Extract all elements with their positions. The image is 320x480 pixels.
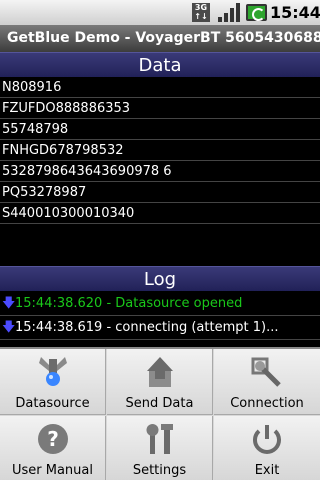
signal-icon bbox=[218, 3, 240, 22]
data-list: N808916 FZUFDO888886353 55748798 FNHGD67… bbox=[0, 77, 320, 224]
data-list-item[interactable]: 5328798643643690978 6 bbox=[0, 161, 320, 182]
log-entry: 🡇15:44:38.620 - Datasource opened bbox=[0, 292, 320, 316]
data-list-item[interactable]: FZUFDO888886353 bbox=[0, 98, 320, 119]
menu-item-connection[interactable]: Connection bbox=[214, 349, 320, 415]
log-entry: 🡇15:44:38.619 - connecting (attempt 1)..… bbox=[0, 316, 320, 340]
battery-charging-icon bbox=[246, 4, 267, 21]
app-title: GetBlue Demo - VoyagerBT 5605430688 bbox=[0, 25, 320, 52]
data-list-item[interactable]: PQ53278987 bbox=[0, 182, 320, 203]
options-menu: Datasource Send Data Connection ? User M… bbox=[0, 347, 320, 480]
menu-item-exit[interactable]: Exit bbox=[214, 416, 320, 480]
data-list-item[interactable]: 55748798 bbox=[0, 119, 320, 140]
data-list-item[interactable]: S440010300010340 bbox=[0, 203, 320, 224]
svg-text:?: ? bbox=[47, 427, 59, 451]
log-list: 🡇15:44:38.620 - Datasource opened 🡇15:44… bbox=[0, 292, 320, 340]
help-icon: ? bbox=[37, 424, 68, 454]
send-data-icon bbox=[146, 357, 173, 387]
menu-item-settings[interactable]: Settings bbox=[107, 416, 213, 480]
datasource-icon bbox=[38, 357, 67, 386]
app-screen: 3G ↑↓ 15:44 GetBlue Demo - VoyagerBT 560… bbox=[0, 0, 320, 480]
status-time: 15:44 bbox=[270, 3, 320, 22]
log-section-header: Log bbox=[0, 266, 320, 291]
data-list-item[interactable]: N808916 bbox=[0, 77, 320, 98]
log-entry-text: 15:44:38.619 - connecting (attempt 1)... bbox=[15, 320, 279, 335]
status-bar: 3G ↑↓ 15:44 bbox=[0, 0, 320, 25]
menu-item-user-manual[interactable]: ? User Manual bbox=[0, 416, 106, 480]
3g-icon: 3G ↑↓ bbox=[192, 3, 210, 22]
arrow-down-icon: 🡇 bbox=[2, 320, 16, 335]
menu-item-send-data[interactable]: Send Data bbox=[107, 349, 213, 415]
data-section-header: Data bbox=[0, 52, 320, 77]
menu-item-datasource[interactable]: Datasource bbox=[0, 349, 106, 415]
arrow-down-icon: 🡇 bbox=[2, 296, 16, 311]
settings-icon bbox=[146, 424, 173, 454]
connection-icon bbox=[251, 357, 281, 387]
log-entry-text: 15:44:38.620 - Datasource opened bbox=[15, 296, 243, 311]
data-list-item[interactable]: FNHGD678798532 bbox=[0, 140, 320, 161]
power-icon bbox=[253, 425, 281, 454]
